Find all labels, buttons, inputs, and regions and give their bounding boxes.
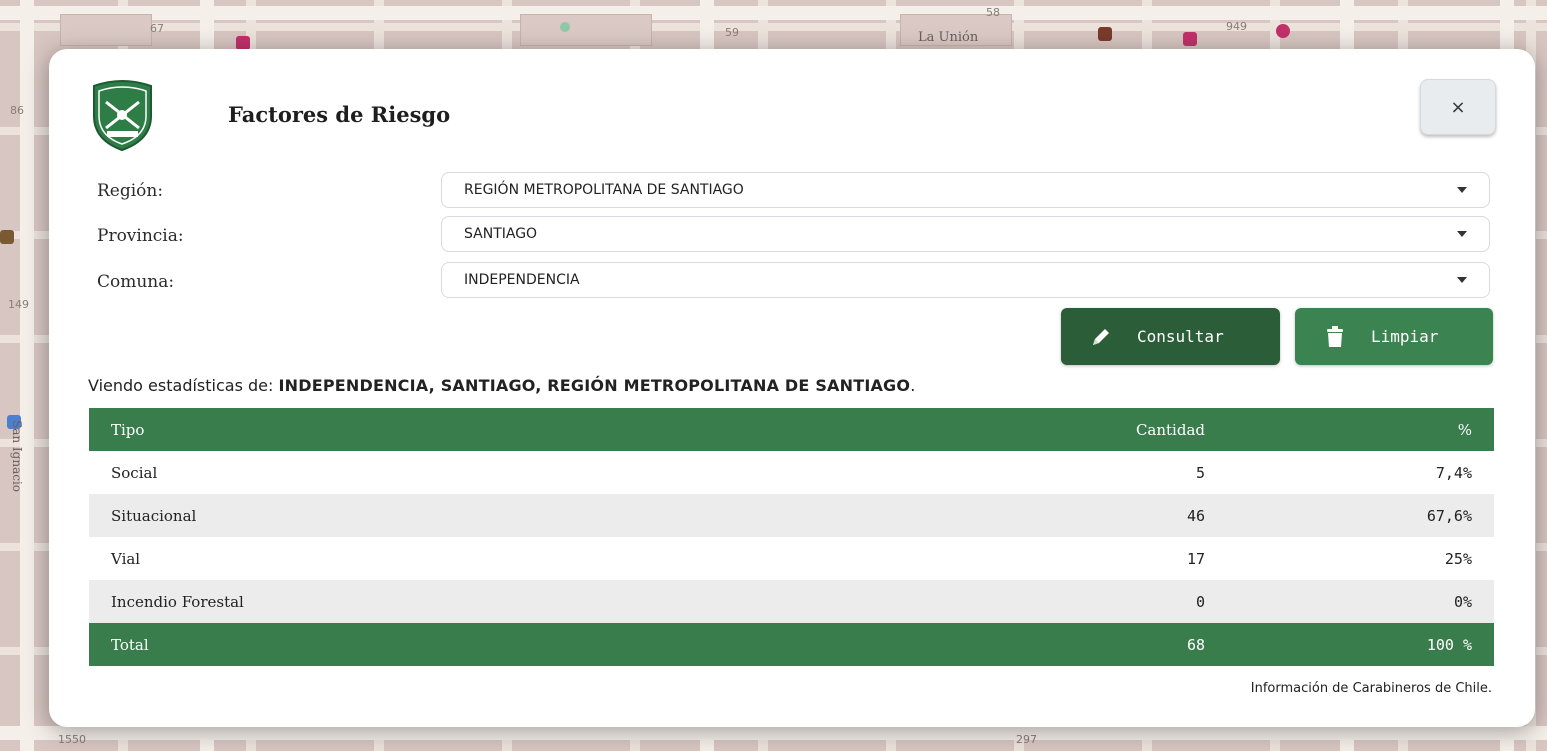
limpiar-label: Limpiar xyxy=(1371,327,1439,346)
limpiar-button[interactable]: Limpiar xyxy=(1295,308,1493,365)
map-number: 297 xyxy=(1016,733,1037,746)
map-street xyxy=(0,6,1547,20)
total-cantidad: 68 xyxy=(953,623,1227,666)
selection-summary-prefix: Viendo estadísticas de: xyxy=(88,376,279,395)
table-total-row: Total 68 100 % xyxy=(89,623,1494,666)
cell-cantidad: 0 xyxy=(953,580,1227,623)
carabineros-shield-icon xyxy=(88,78,157,152)
consultar-button[interactable]: Consultar xyxy=(1061,308,1280,365)
chevron-down-icon xyxy=(1457,187,1467,193)
risk-factors-modal: Factores de Riesgo × Región: REGIÓN METR… xyxy=(49,49,1535,727)
comuna-select[interactable]: INDEPENDENCIA xyxy=(441,262,1490,298)
pencil-icon xyxy=(1089,325,1113,349)
table-row: Vial 17 25% xyxy=(89,537,1494,580)
region-label: Región: xyxy=(97,181,164,201)
comuna-select-value: INDEPENDENCIA xyxy=(464,272,580,288)
consultar-label: Consultar xyxy=(1137,327,1224,346)
selection-summary: Viendo estadísticas de: INDEPENDENCIA, S… xyxy=(88,376,915,395)
cell-tipo: Incendio Forestal xyxy=(89,580,953,623)
region-select-value: REGIÓN METROPOLITANA DE SANTIAGO xyxy=(464,182,744,198)
map-poi-icon xyxy=(560,22,570,32)
map-poi-icon xyxy=(1183,32,1197,46)
close-icon: × xyxy=(1450,96,1466,118)
source-note: Información de Carabineros de Chile. xyxy=(1250,681,1492,696)
map-poi-icon xyxy=(1098,27,1112,41)
map-street-label: La Unión xyxy=(918,30,979,45)
table-row: Incendio Forestal 0 0% xyxy=(89,580,1494,623)
map-number: 58 xyxy=(986,6,1000,19)
map-number: 1550 xyxy=(58,733,86,746)
map-street-label: San Ignacio xyxy=(10,420,24,493)
column-header-tipo: Tipo xyxy=(89,408,953,451)
cell-pct: 7,4% xyxy=(1227,451,1494,494)
trash-icon xyxy=(1323,325,1347,349)
modal-title: Factores de Riesgo xyxy=(228,102,451,127)
provincia-select-value: SANTIAGO xyxy=(464,226,538,242)
cell-pct: 0% xyxy=(1227,580,1494,623)
total-pct: 100 % xyxy=(1227,623,1494,666)
close-button[interactable]: × xyxy=(1420,79,1496,135)
cell-cantidad: 17 xyxy=(953,537,1227,580)
selection-summary-suffix: . xyxy=(910,376,916,395)
map-block xyxy=(520,14,652,46)
cell-pct: 25% xyxy=(1227,537,1494,580)
map-poi-icon xyxy=(236,36,250,50)
table-row: Social 5 7,4% xyxy=(89,451,1494,494)
cell-pct: 67,6% xyxy=(1227,494,1494,537)
table-header-row: Tipo Cantidad % xyxy=(89,408,1494,451)
map-poi-icon xyxy=(1276,24,1290,38)
table-row: Situacional 46 67,6% xyxy=(89,494,1494,537)
cell-tipo: Situacional xyxy=(89,494,953,537)
map-number: 67 xyxy=(150,22,164,35)
provincia-label: Provincia: xyxy=(97,226,184,246)
map-poi-icon xyxy=(0,230,14,244)
map-number: 86 xyxy=(10,104,24,117)
selection-summary-value: INDEPENDENCIA, SANTIAGO, REGIÓN METROPOL… xyxy=(278,376,911,395)
map-street xyxy=(0,726,1547,740)
map-number: 59 xyxy=(725,26,739,39)
column-header-pct: % xyxy=(1227,408,1494,451)
risk-factors-table: Tipo Cantidad % Social 5 7,4% Situaciona… xyxy=(89,408,1494,666)
cell-cantidad: 46 xyxy=(953,494,1227,537)
comuna-label: Comuna: xyxy=(97,272,175,292)
cell-cantidad: 5 xyxy=(953,451,1227,494)
map-number: 949 xyxy=(1226,20,1247,33)
region-select[interactable]: REGIÓN METROPOLITANA DE SANTIAGO xyxy=(441,172,1490,208)
map-block xyxy=(60,14,152,46)
cell-tipo: Social xyxy=(89,451,953,494)
provincia-select[interactable]: SANTIAGO xyxy=(441,216,1490,252)
column-header-cantidad: Cantidad xyxy=(953,408,1227,451)
cell-tipo: Vial xyxy=(89,537,953,580)
total-label: Total xyxy=(89,623,953,666)
chevron-down-icon xyxy=(1457,277,1467,283)
map-number: 149 xyxy=(8,298,29,311)
chevron-down-icon xyxy=(1457,231,1467,237)
